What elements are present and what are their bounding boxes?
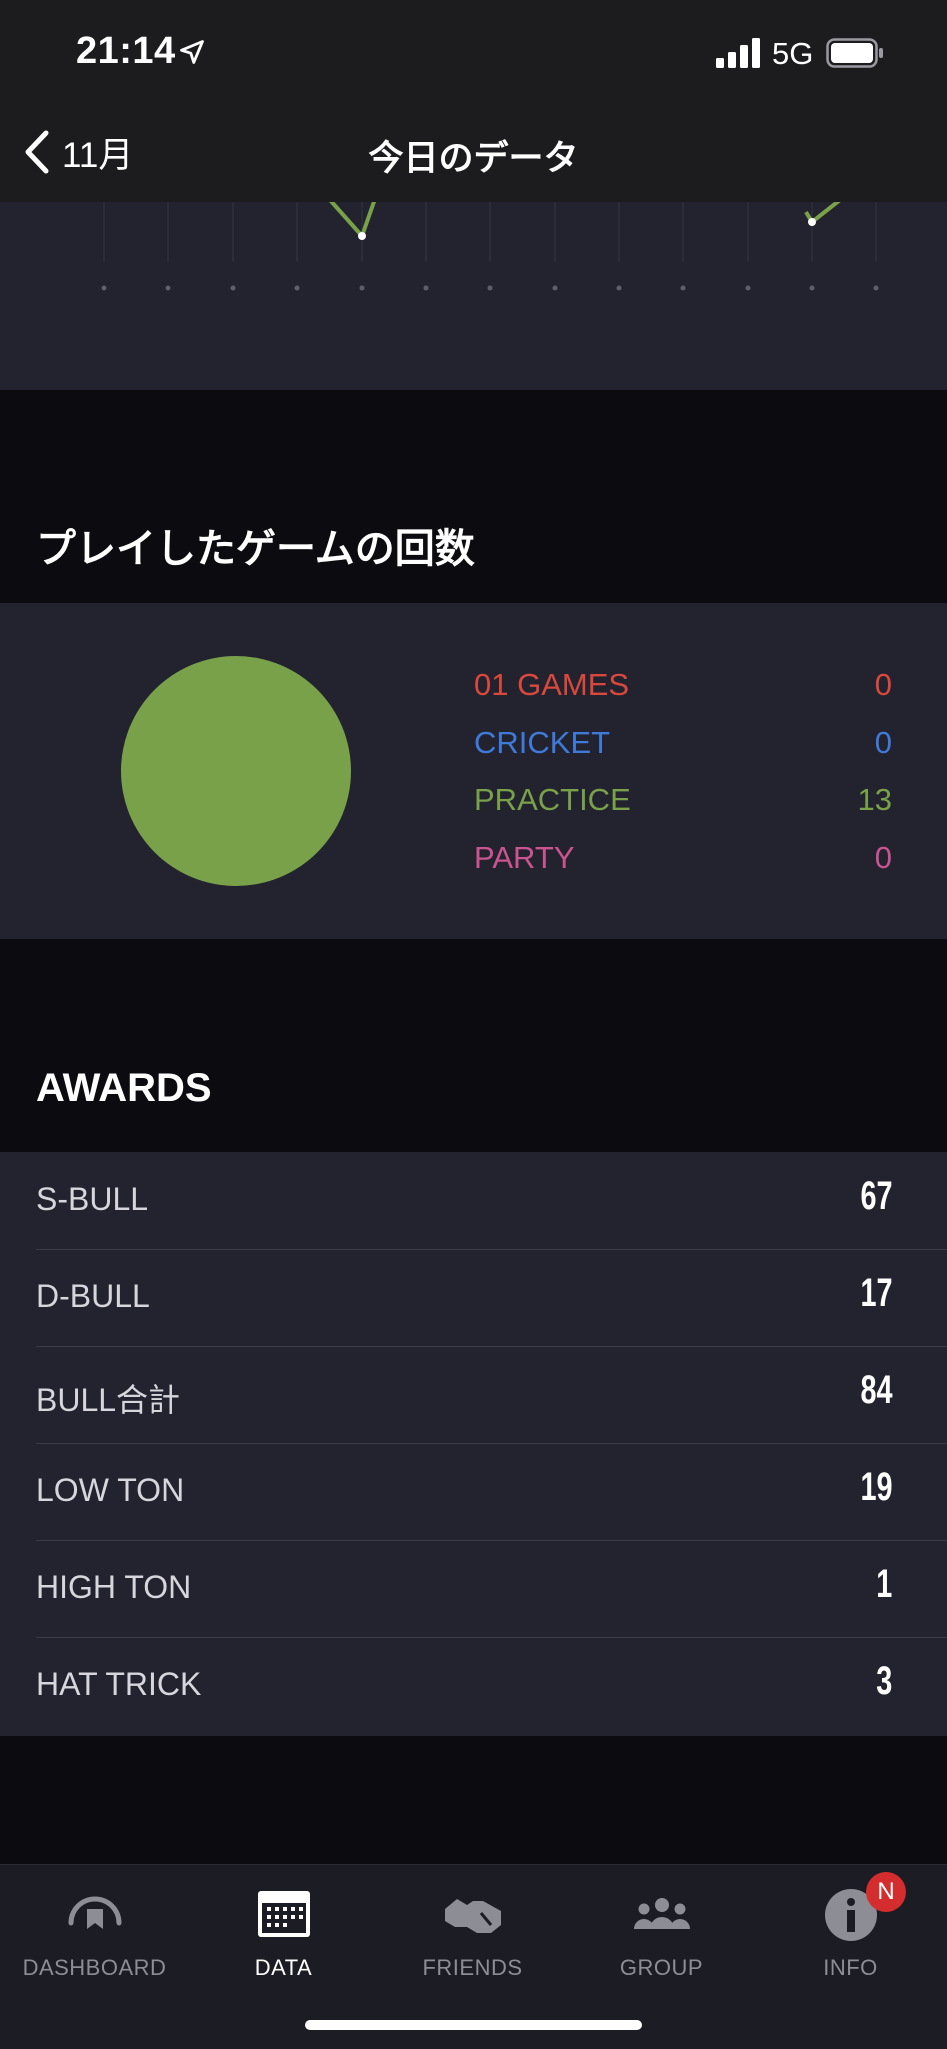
legend-value-party: 0 (874, 840, 892, 875)
tab-info[interactable]: INFO (756, 1883, 945, 1993)
award-row-low-ton: LOW TON 19 (36, 1443, 947, 1540)
awards-section-title: AWARDS (36, 1066, 212, 1110)
tab-group[interactable]: GROUP (567, 1883, 756, 1993)
award-row-s-bull: S-BULL 67 (36, 1152, 947, 1249)
tab-dashboard[interactable]: DASHBOARD (0, 1883, 189, 1993)
handshake-icon (444, 1899, 501, 1933)
award-label: S-BULL (36, 1181, 149, 1217)
award-value: 84 (859, 1368, 892, 1412)
awards-list: S-BULL 67 D-BULL 17 BULL合計 84 LOW TON 19… (0, 1152, 947, 1736)
award-label: BULL合計 (36, 1382, 181, 1418)
pie-slice-practice (121, 656, 351, 886)
group-icon (633, 1898, 690, 1929)
games-section-header: プレイしたゲームの回数 (0, 390, 947, 603)
legend-row-practice: PRACTICE 13 (474, 775, 892, 825)
award-value: 67 (859, 1174, 892, 1218)
location-arrow-icon (180, 40, 204, 64)
award-value: 19 (859, 1465, 892, 1509)
legend-row-party: PARTY 0 (474, 833, 892, 883)
award-label: D-BULL (36, 1278, 150, 1314)
legend-value-cricket: 0 (874, 725, 892, 760)
tab-label: DATA (254, 1955, 313, 1980)
award-row-bull-total: BULL合計 84 (36, 1346, 947, 1443)
battery-icon (826, 38, 883, 68)
legend-label-practice: PRACTICE (474, 782, 631, 817)
legend-row-01-games: 01 GAMES 0 (474, 660, 892, 710)
award-label: HAT TRICK (36, 1666, 202, 1702)
page-title: 今日のデータ (368, 139, 579, 178)
award-value: 1 (875, 1562, 892, 1606)
legend-label-party: PARTY (474, 840, 575, 875)
legend-value-practice: 13 (857, 782, 892, 817)
award-row-high-ton: HIGH TON 1 (36, 1540, 947, 1637)
network-type: 5G (772, 36, 814, 71)
legend-label-cricket: CRICKET (474, 725, 611, 760)
award-label: HIGH TON (36, 1569, 192, 1605)
award-label: LOW TON (36, 1472, 185, 1508)
tab-data[interactable]: DATA (189, 1883, 378, 1993)
award-row-d-bull: D-BULL 17 (36, 1249, 947, 1346)
status-bar: 21:14 5G (0, 0, 947, 100)
award-value: 17 (859, 1271, 892, 1315)
legend-label-01-games: 01 GAMES (474, 667, 630, 702)
games-panel: 01 GAMES 0 CRICKET 0 PRACTICE 13 PARTY 0 (0, 603, 947, 939)
legend-row-cricket: CRICKET 0 (474, 718, 892, 768)
dashboard-icon (68, 1896, 121, 1929)
tab-label: FRIENDS (422, 1955, 523, 1980)
tab-friends[interactable]: FRIENDS (378, 1883, 567, 1993)
tab-label: DASHBOARD (22, 1955, 167, 1980)
navigation-bar: 11月 今日のデータ (0, 100, 947, 202)
games-pie-chart (121, 656, 351, 886)
tab-label: INFO (823, 1955, 878, 1980)
games-section-title: プレイしたゲームの回数 (36, 527, 475, 571)
calendar-icon (257, 1891, 310, 1937)
award-value: 3 (875, 1659, 892, 1703)
signal-icon (716, 38, 760, 68)
legend-value-01-games: 0 (874, 667, 892, 702)
notification-badge: N (866, 1872, 906, 1912)
tab-label: GROUP (619, 1955, 704, 1980)
award-row-hat-trick: HAT TRICK 3 (36, 1637, 947, 1734)
status-time: 21:14 (76, 30, 176, 72)
home-indicator (305, 2020, 642, 2030)
awards-section-header: AWARDS (0, 939, 947, 1152)
